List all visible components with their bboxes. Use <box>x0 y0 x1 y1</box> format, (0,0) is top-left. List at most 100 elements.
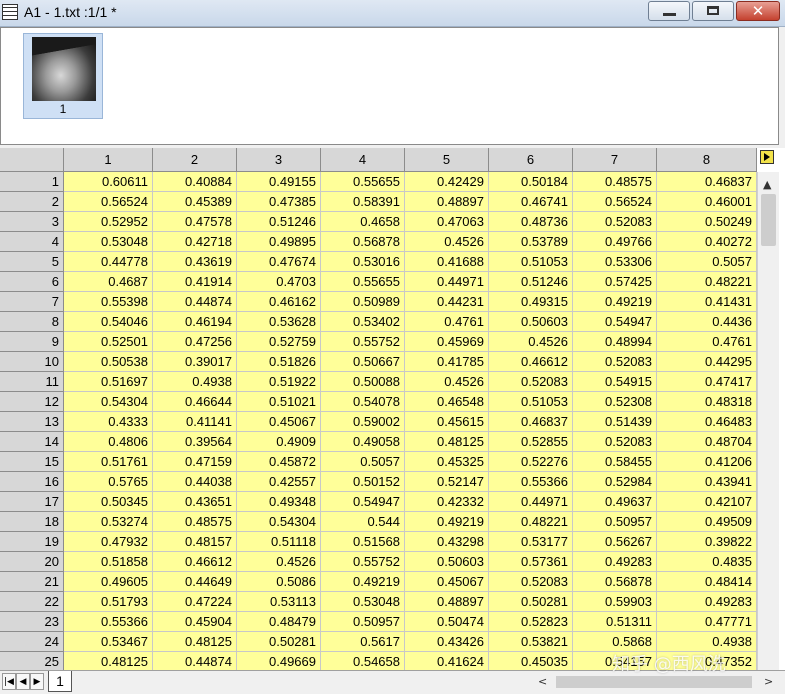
table-cell[interactable]: 0.55655 <box>321 172 405 192</box>
table-cell[interactable]: 0.43426 <box>405 632 489 652</box>
next-sheet-button[interactable]: ▶ <box>30 673 44 690</box>
table-cell[interactable]: 0.52984 <box>573 472 657 492</box>
table-cell[interactable]: 0.41141 <box>153 412 237 432</box>
column-expand-button[interactable] <box>760 150 774 164</box>
vertical-scroll-thumb[interactable] <box>761 194 776 246</box>
table-cell[interactable]: 0.48221 <box>489 512 573 532</box>
table-cell[interactable]: 0.5057 <box>657 252 757 272</box>
table-cell[interactable]: 0.49509 <box>657 512 757 532</box>
table-cell[interactable]: 0.41785 <box>405 352 489 372</box>
table-cell[interactable]: 0.48125 <box>405 432 489 452</box>
table-cell[interactable]: 0.41914 <box>153 272 237 292</box>
table-cell[interactable]: 0.48221 <box>657 272 757 292</box>
table-cell[interactable]: 0.50345 <box>64 492 153 512</box>
table-cell[interactable]: 0.4436 <box>657 312 757 332</box>
scroll-up-icon[interactable]: ▲ <box>763 178 771 191</box>
table-cell[interactable]: 0.47063 <box>405 212 489 232</box>
table-cell[interactable]: 0.53402 <box>321 312 405 332</box>
table-cell[interactable]: 0.49155 <box>237 172 321 192</box>
table-cell[interactable]: 0.51826 <box>237 352 321 372</box>
table-cell[interactable]: 0.48994 <box>573 332 657 352</box>
table-cell[interactable]: 0.50667 <box>321 352 405 372</box>
table-cell[interactable]: 0.53113 <box>237 592 321 612</box>
table-cell[interactable]: 0.44649 <box>153 572 237 592</box>
table-cell[interactable]: 0.53016 <box>321 252 405 272</box>
table-cell[interactable]: 0.57361 <box>489 552 573 572</box>
table-cell[interactable]: 0.53177 <box>489 532 573 552</box>
table-cell[interactable]: 0.47224 <box>153 592 237 612</box>
table-cell[interactable]: 0.51246 <box>237 212 321 232</box>
table-cell[interactable]: 0.4835 <box>657 552 757 572</box>
table-cell[interactable]: 0.46612 <box>153 552 237 572</box>
row-header[interactable]: 4 <box>0 232 64 252</box>
table-cell[interactable]: 0.49895 <box>237 232 321 252</box>
table-cell[interactable]: 0.4703 <box>237 272 321 292</box>
table-cell[interactable]: 0.45615 <box>405 412 489 432</box>
table-cell[interactable]: 0.51439 <box>573 412 657 432</box>
table-cell[interactable]: 0.58455 <box>573 452 657 472</box>
table-cell[interactable]: 0.52083 <box>489 372 573 392</box>
table-cell[interactable]: 0.43941 <box>657 472 757 492</box>
table-cell[interactable]: 0.51858 <box>64 552 153 572</box>
table-cell[interactable]: 0.4761 <box>657 332 757 352</box>
table-cell[interactable]: 0.53628 <box>237 312 321 332</box>
table-cell[interactable]: 0.46837 <box>489 412 573 432</box>
table-cell[interactable]: 0.4938 <box>657 632 757 652</box>
table-cell[interactable]: 0.49283 <box>573 552 657 572</box>
maximize-button[interactable] <box>692 1 734 21</box>
table-cell[interactable]: 0.60611 <box>64 172 153 192</box>
table-cell[interactable]: 0.5057 <box>321 452 405 472</box>
table-cell[interactable]: 0.5617 <box>321 632 405 652</box>
table-cell[interactable]: 0.41624 <box>405 652 489 670</box>
table-cell[interactable]: 0.50281 <box>489 592 573 612</box>
table-cell[interactable]: 0.4761 <box>405 312 489 332</box>
table-cell[interactable]: 0.49605 <box>64 572 153 592</box>
column-header[interactable]: 3 <box>237 148 321 172</box>
image-thumbnail-1[interactable]: 1 <box>23 33 103 119</box>
row-header[interactable]: 22 <box>0 592 64 612</box>
table-cell[interactable]: 0.5765 <box>64 472 153 492</box>
table-cell[interactable]: 0.51246 <box>489 272 573 292</box>
table-cell[interactable]: 0.47771 <box>657 612 757 632</box>
table-cell[interactable]: 0.46612 <box>489 352 573 372</box>
table-cell[interactable]: 0.40884 <box>153 172 237 192</box>
table-cell[interactable]: 0.52855 <box>489 432 573 452</box>
table-cell[interactable]: 0.49766 <box>573 232 657 252</box>
table-cell[interactable]: 0.54304 <box>237 512 321 532</box>
table-cell[interactable]: 0.42429 <box>405 172 489 192</box>
table-cell[interactable]: 0.51311 <box>573 612 657 632</box>
table-cell[interactable]: 0.4658 <box>321 212 405 232</box>
row-header[interactable]: 9 <box>0 332 64 352</box>
table-cell[interactable]: 0.53789 <box>489 232 573 252</box>
table-cell[interactable]: 0.48479 <box>237 612 321 632</box>
table-cell[interactable]: 0.42557 <box>237 472 321 492</box>
table-cell[interactable]: 0.44231 <box>405 292 489 312</box>
table-cell[interactable]: 0.45969 <box>405 332 489 352</box>
table-cell[interactable]: 0.52083 <box>573 432 657 452</box>
table-cell[interactable]: 0.4526 <box>405 372 489 392</box>
table-cell[interactable]: 0.52308 <box>573 392 657 412</box>
table-cell[interactable]: 0.46741 <box>489 192 573 212</box>
table-cell[interactable]: 0.52952 <box>64 212 153 232</box>
row-header[interactable]: 19 <box>0 532 64 552</box>
table-cell[interactable]: 0.48897 <box>405 592 489 612</box>
column-header[interactable]: 1 <box>64 148 153 172</box>
table-cell[interactable]: 0.51053 <box>489 252 573 272</box>
row-header[interactable]: 18 <box>0 512 64 532</box>
column-header[interactable]: 6 <box>489 148 573 172</box>
table-cell[interactable]: 0.54915 <box>573 372 657 392</box>
table-cell[interactable]: 0.58391 <box>321 192 405 212</box>
table-cell[interactable]: 0.51568 <box>321 532 405 552</box>
table-cell[interactable]: 0.52501 <box>64 332 153 352</box>
table-cell[interactable]: 0.4938 <box>153 372 237 392</box>
table-cell[interactable]: 0.53821 <box>489 632 573 652</box>
table-cell[interactable]: 0.4687 <box>64 272 153 292</box>
row-header[interactable]: 3 <box>0 212 64 232</box>
minimize-button[interactable] <box>648 1 690 21</box>
table-cell[interactable]: 0.59903 <box>573 592 657 612</box>
table-cell[interactable]: 0.54304 <box>64 392 153 412</box>
table-cell[interactable]: 0.4909 <box>237 432 321 452</box>
table-cell[interactable]: 0.47932 <box>64 532 153 552</box>
table-cell[interactable]: 0.50152 <box>321 472 405 492</box>
table-cell[interactable]: 0.49637 <box>573 492 657 512</box>
